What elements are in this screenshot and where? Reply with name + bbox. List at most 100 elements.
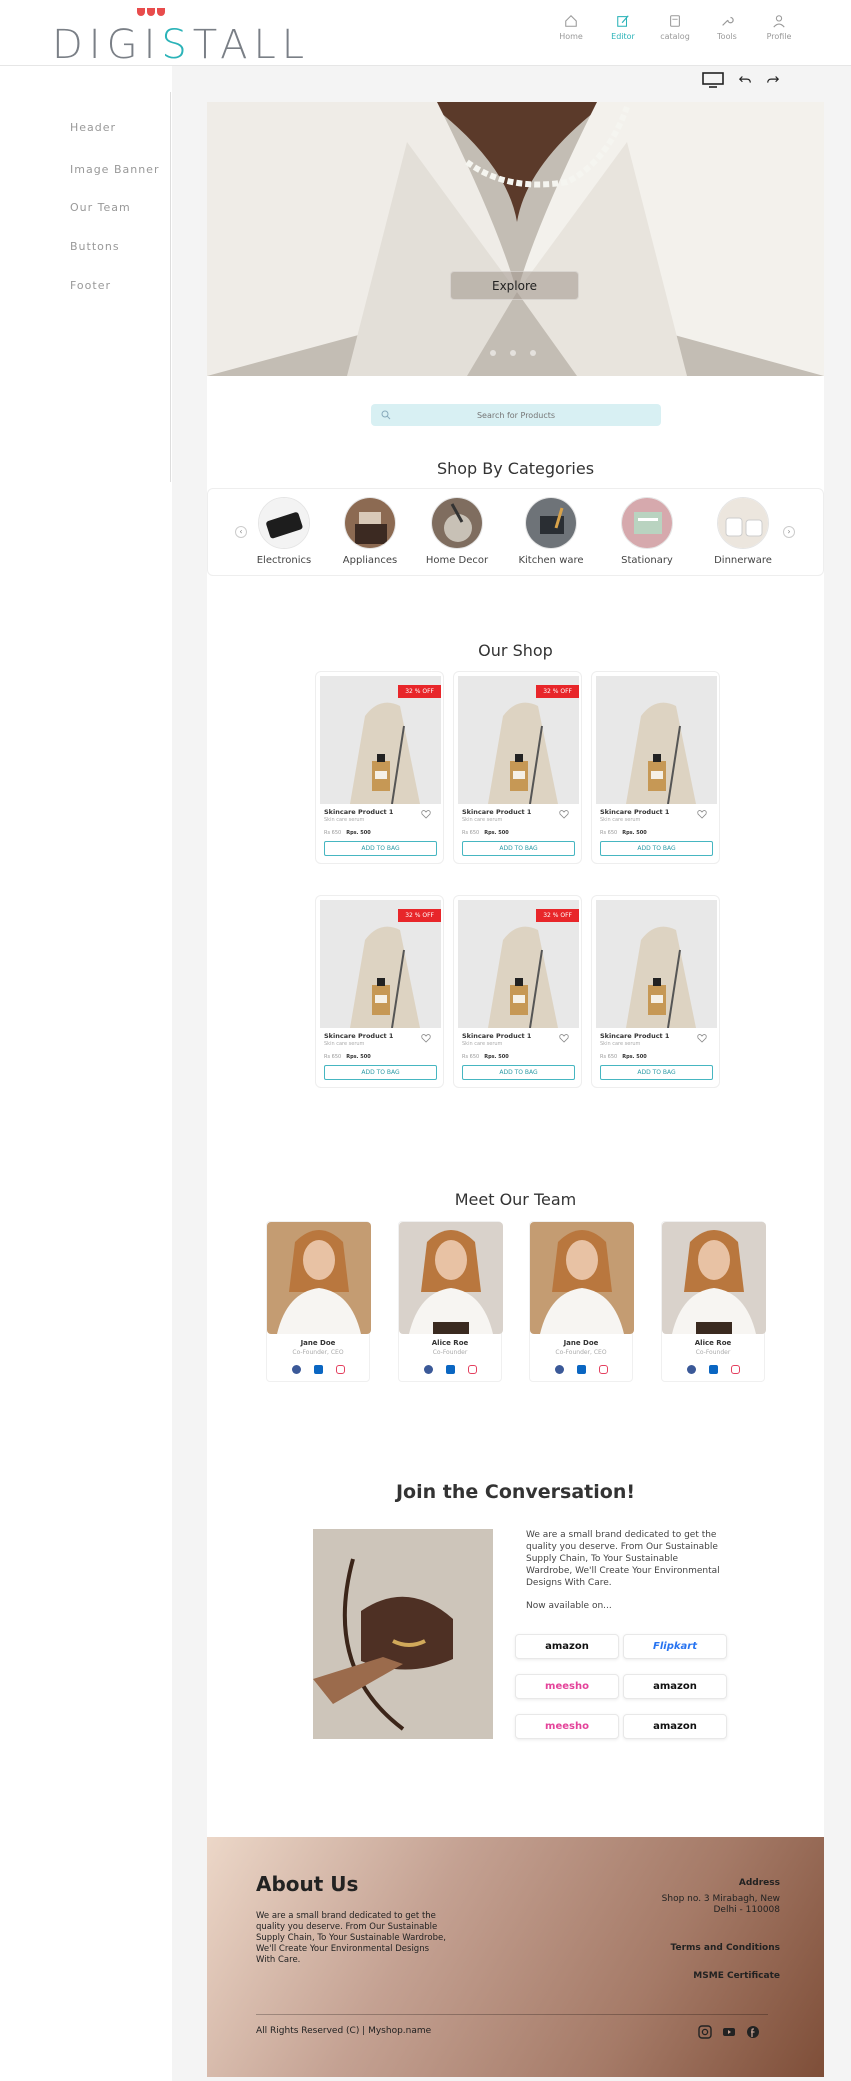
- team-member-card: Jane Doe Co-Founder, CEO: [529, 1221, 634, 1382]
- store-button-meesho[interactable]: meesho: [515, 1674, 619, 1699]
- instagram-icon[interactable]: [598, 1365, 608, 1374]
- store-button-amazon[interactable]: amazon: [515, 1634, 619, 1659]
- carousel-dots: [490, 350, 536, 356]
- facebook-icon[interactable]: [291, 1365, 301, 1374]
- desktop-preview-icon[interactable]: [702, 72, 724, 88]
- instagram-icon[interactable]: [335, 1365, 345, 1374]
- footer-social: [698, 2025, 760, 2039]
- product-card[interactable]: 32 % OFF Skincare Product 1 Skin care seru…: [315, 895, 444, 1088]
- category-stationary[interactable]: Stationary: [612, 497, 682, 566]
- product-name: Skincare Product 1: [600, 1032, 670, 1040]
- add-to-bag-button[interactable]: ADD TO BAG: [324, 1065, 437, 1080]
- categories-prev-button[interactable]: ‹: [235, 526, 247, 538]
- category-electronics[interactable]: Electronics: [249, 497, 319, 566]
- join-description: We are a small brand dedicated to get th…: [526, 1530, 720, 1588]
- msme-link[interactable]: MSME Certificate: [693, 1971, 780, 1981]
- catalog-icon: [670, 15, 680, 27]
- old-price: Rs 650: [324, 1054, 342, 1060]
- discount-badge: 32 % OFF: [536, 685, 579, 698]
- facebook-icon[interactable]: [423, 1365, 433, 1374]
- nav-tools[interactable]: Tools: [715, 14, 739, 41]
- product-name: Skincare Product 1: [600, 808, 670, 816]
- facebook-icon[interactable]: [746, 2025, 760, 2039]
- youtube-icon[interactable]: [722, 2025, 736, 2039]
- product-card[interactable]: Skincare Product 1 Skin care serum Rs 650 R…: [591, 671, 720, 864]
- heart-icon[interactable]: [421, 809, 431, 819]
- hero-image: [207, 102, 824, 376]
- category-label: Dinnerware: [714, 555, 772, 566]
- facebook-icon[interactable]: [554, 1365, 564, 1374]
- explore-button[interactable]: Explore: [450, 271, 579, 300]
- product-card[interactable]: 32 % OFF Skincare Product 1 Skin care seru…: [453, 671, 582, 864]
- category-kitchen-ware[interactable]: Kitchen ware: [516, 497, 586, 566]
- add-to-bag-button[interactable]: ADD TO BAG: [324, 841, 437, 856]
- category-appliances[interactable]: Appliances: [335, 497, 405, 566]
- categories-next-button[interactable]: ›: [783, 526, 795, 538]
- add-to-bag-button[interactable]: ADD TO BAG: [462, 841, 575, 856]
- instagram-icon[interactable]: [698, 2025, 712, 2039]
- carousel-dot[interactable]: [510, 350, 516, 356]
- carousel-dot[interactable]: [530, 350, 536, 356]
- nav-editor[interactable]: Editor: [611, 14, 635, 41]
- product-card[interactable]: Skincare Product 1 Skin care serum Rs 650 R…: [591, 895, 720, 1088]
- team-member-name: Jane Doe: [563, 1339, 599, 1347]
- carousel-dot[interactable]: [490, 350, 496, 356]
- digistall-logo[interactable]: DIGISTALL: [52, 8, 304, 68]
- redo-icon[interactable]: [766, 72, 780, 88]
- category-image: [258, 497, 310, 549]
- sidebar-item-our-team[interactable]: Our Team: [70, 201, 131, 214]
- heart-icon[interactable]: [697, 809, 707, 819]
- sidebar-item-header[interactable]: Header: [70, 121, 116, 134]
- store-button-amazon[interactable]: amazon: [623, 1714, 727, 1739]
- old-price: Rs 650: [324, 830, 342, 836]
- edit-icon: [617, 15, 629, 27]
- add-to-bag-button[interactable]: ADD TO BAG: [600, 1065, 713, 1080]
- category-home-decor[interactable]: Home Decor: [422, 497, 492, 566]
- search-input[interactable]: [391, 410, 641, 420]
- copyright-text: All Rights Reserved (C) | Myshop.name: [256, 2026, 432, 2036]
- linkedin-icon[interactable]: [445, 1365, 455, 1374]
- logo-text-part: DIGI: [52, 22, 162, 68]
- store-button-amazon[interactable]: amazon: [623, 1674, 727, 1699]
- sidebar-item-buttons[interactable]: Buttons: [70, 240, 120, 253]
- undo-icon[interactable]: [738, 72, 752, 88]
- nav-profile[interactable]: Profile: [767, 14, 791, 41]
- product-name: Skincare Product 1: [462, 1032, 532, 1040]
- product-price: Rps. 500: [622, 830, 647, 836]
- facebook-icon[interactable]: [686, 1365, 696, 1374]
- product-price: Rps. 500: [346, 830, 371, 836]
- linkedin-icon[interactable]: [708, 1365, 718, 1374]
- heart-icon[interactable]: [559, 1033, 569, 1043]
- category-image: [431, 497, 483, 549]
- team-member-card: Jane Doe Co-Founder, CEO: [266, 1221, 371, 1382]
- add-to-bag-button[interactable]: ADD TO BAG: [600, 841, 713, 856]
- product-card[interactable]: 32 % OFF Skincare Product 1 Skin care seru…: [315, 671, 444, 864]
- nav-catalog[interactable]: catalog: [660, 14, 690, 41]
- category-label: Electronics: [256, 555, 312, 566]
- category-dinnerware[interactable]: Dinnerware: [708, 497, 778, 566]
- linkedin-icon[interactable]: [576, 1365, 586, 1374]
- store-button-meesho[interactable]: meesho: [515, 1714, 619, 1739]
- heart-icon[interactable]: [559, 809, 569, 819]
- add-to-bag-button[interactable]: ADD TO BAG: [462, 1065, 575, 1080]
- linkedin-icon[interactable]: [313, 1365, 323, 1374]
- top-bar: DIGISTALL Home Editor catalog Tools Prof…: [0, 0, 851, 68]
- sidebar-item-image-banner[interactable]: Image Banner: [70, 163, 159, 176]
- team-member-card: Alice Roe Co-Founder: [398, 1221, 503, 1382]
- terms-link[interactable]: Terms and Conditions: [671, 1943, 780, 1953]
- sidebar-item-footer[interactable]: Footer: [70, 279, 111, 292]
- footer-divider: [256, 2014, 768, 2015]
- nav-home[interactable]: Home: [559, 14, 583, 41]
- product-card[interactable]: 32 % OFF Skincare Product 1 Skin care seru…: [453, 895, 582, 1088]
- instagram-icon[interactable]: [467, 1365, 477, 1374]
- category-label: Home Decor: [425, 555, 489, 566]
- about-title: About Us: [256, 1872, 359, 1896]
- team-social-links: [530, 1365, 632, 1374]
- product-price: Rps. 500: [484, 1054, 509, 1060]
- heart-icon[interactable]: [421, 1033, 431, 1043]
- store-button-flipkart[interactable]: Flipkart: [623, 1634, 727, 1659]
- instagram-icon[interactable]: [730, 1365, 740, 1374]
- heart-icon[interactable]: [697, 1033, 707, 1043]
- old-price: Rs 650: [462, 1054, 480, 1060]
- user-icon: [773, 15, 785, 28]
